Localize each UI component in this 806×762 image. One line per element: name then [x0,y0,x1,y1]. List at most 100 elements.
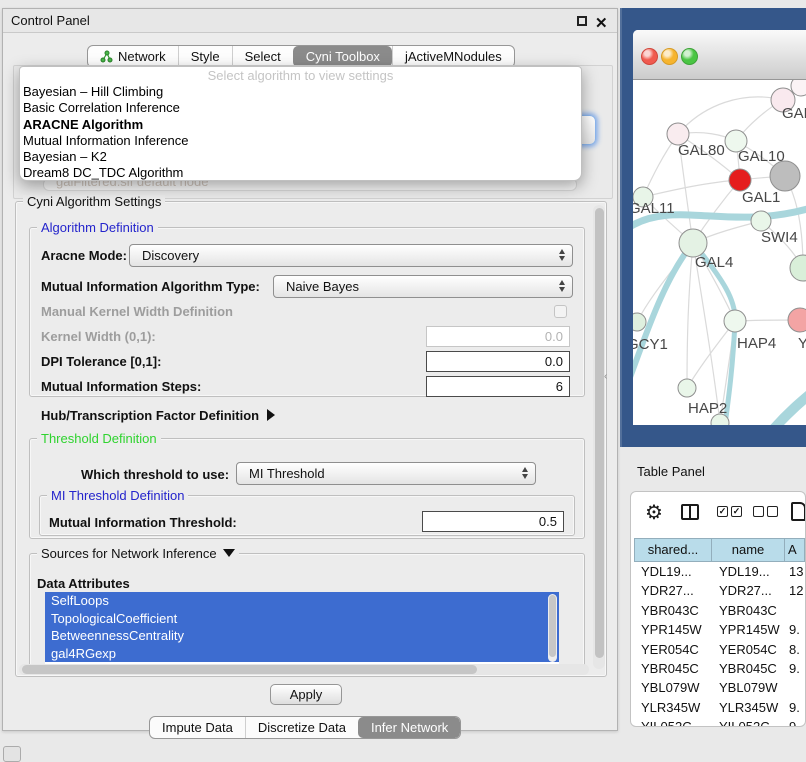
network-node-salmon[interactable] [788,308,806,332]
tab-discretize-data[interactable]: Discretize Data [245,717,358,738]
tab-infer-network[interactable]: Infer Network [358,717,460,738]
table-row[interactable]: YLR345W YLR345W 9. [634,698,805,717]
mi-algorithm-type-select[interactable]: Naive Bayes [273,275,573,298]
network-node-gcy1[interactable] [633,313,646,331]
attribute-list-scrollbar[interactable] [548,594,557,662]
tab-label: jActiveMNodules [405,49,502,64]
hub-definition-expander[interactable]: Hub/Transcription Factor Definition [41,408,275,423]
mi-steps-field[interactable]: 6 [426,376,570,397]
tab-label: Network [118,49,166,64]
algorithm-option[interactable]: ARACNE Algorithm [20,117,581,133]
column-header-partial[interactable]: A [785,538,805,562]
table-row[interactable]: YER054C YER054C 8. [634,640,805,659]
manual-kernel-width-checkbox[interactable] [554,305,567,318]
tab-style[interactable]: Style [178,46,232,67]
node-label: GAL10 [738,148,785,165]
close-traffic-light-icon[interactable] [641,48,658,65]
column-header-name[interactable]: name [712,538,785,562]
mi-steps-label: Mutual Information Steps: [41,379,201,394]
network-node-gray-hub[interactable] [770,161,800,191]
table-row[interactable]: YBR043C YBR043C [634,601,805,620]
dropdown-items: Bayesian – Hill ClimbingBasic Correlatio… [20,84,581,182]
close-icon[interactable]: ✕ [595,12,608,36]
data-attributes-list: SelfLoopsTopologicalCoefficientBetweenne… [45,592,559,665]
mi-algorithm-type-label: Mutual Information Algorithm Type: [41,279,260,294]
attribute-items: SelfLoopsTopologicalCoefficientBetweenne… [45,592,559,662]
tab-select[interactable]: Select [232,46,293,67]
dropdown-placeholder: Select algorithm to view settings [20,69,581,84]
table-panel: ⚙ ✓✓ shared... name A YDL19... YDL19... … [630,491,806,727]
attribute-list-item[interactable]: TopologicalCoefficient [45,610,559,628]
stepper-arrows-icon [559,249,565,261]
which-threshold-select[interactable]: MI Threshold [236,462,536,485]
mi-threshold-group-title: MI Threshold Definition [47,489,188,502]
tab-network[interactable]: Network [88,46,178,67]
zoom-traffic-light-icon[interactable] [681,48,698,65]
expand-right-icon [267,409,275,421]
stepper-arrows-icon [559,280,565,292]
attribute-list-item[interactable]: BetweennessCentrality [45,627,559,645]
manual-kernel-width-label: Manual Kernel Width Definition [41,304,233,319]
node-table: shared... name A YDL19... YDL19... 13 YD… [634,538,805,726]
algorithm-option[interactable]: Basic Correlation Inference [20,100,581,116]
column-header-shared-name[interactable]: shared... [634,538,712,562]
settings-group-title: Cyni Algorithm Settings [23,195,165,208]
table-row[interactable]: YBR045C YBR045C 9. [634,659,805,678]
node-label: GAL80 [678,142,725,159]
attribute-list-item[interactable]: SelfLoops [45,592,559,610]
node-label: SWI4 [761,229,798,246]
settings-horizontal-scrollbar[interactable] [19,664,589,675]
apply-button[interactable]: Apply [270,684,342,705]
node-label: GAL11 [633,200,675,217]
table-row[interactable]: YDR27... YDR27... 12 [634,581,805,600]
algorithm-option[interactable]: Dream8 DC_TDC Algorithm [20,165,581,181]
threshold-definition-title: Threshold Definition [37,432,161,445]
algorithm-option[interactable]: Bayesian – K2 [20,149,581,165]
table-row[interactable]: YDL19... YDL19... 13 [634,562,805,581]
table-row[interactable]: YIL052C YIL052C 9. [634,717,805,727]
table-toolbar: ⚙ ✓✓ [631,492,805,536]
dpi-tolerance-field[interactable]: 0.0 [426,351,570,372]
mi-threshold-field[interactable]: 0.5 [422,511,564,532]
network-node-gal4[interactable] [679,229,707,257]
minimize-traffic-light-icon[interactable] [661,48,678,65]
kernel-width-field[interactable]: 0.0 [426,326,570,347]
stepper-arrows-icon [522,467,528,479]
gear-icon[interactable]: ⚙ [645,500,663,525]
select-all-icon[interactable]: ✓✓ [717,506,742,517]
aracne-mode-select[interactable]: Discovery [129,244,573,267]
algorithm-option[interactable]: Bayesian – Hill Climbing [20,84,581,100]
table-row[interactable]: YPR145W YPR145W 9. [634,620,805,639]
algorithm-combobox-partial[interactable] [580,115,596,145]
network-node-right-green[interactable] [790,255,806,281]
table-row[interactable]: YBL079W YBL079W [634,678,805,697]
new-table-icon[interactable] [791,502,806,521]
node-label: GAL4 [695,254,733,271]
algorithm-option[interactable]: Mutual Information Inference [20,133,581,149]
tab-jactivemnodules[interactable]: jActiveMNodules [392,46,514,67]
corner-widget-icon[interactable] [3,746,21,762]
network-node-gal1[interactable] [729,169,751,191]
float-window-icon[interactable] [577,16,587,26]
deselect-all-icon[interactable] [753,506,778,517]
network-view-selected-frame: GALGAL80GAL10GAL1GAL11SWI4GAL4GCY1HAP4YH… [620,8,806,447]
split-columns-icon[interactable] [681,504,699,520]
network-window-titlebar[interactable] [633,30,806,80]
tab-impute-data[interactable]: Impute Data [150,717,245,738]
network-node-hap2[interactable] [678,379,696,397]
attribute-list-item[interactable]: gal4RGexp [45,645,559,663]
settings-vertical-scrollbar[interactable] [593,205,605,669]
network-view-window: GALGAL80GAL10GAL1GAL11SWI4GAL4GCY1HAP4YH… [633,30,806,425]
aracne-mode-label: Aracne Mode: [41,248,127,263]
node-label: GAL1 [742,189,780,206]
split-pane-divider-icon[interactable]: ‹ [604,371,607,382]
kernel-width-label: Kernel Width (0,1): [41,329,156,344]
control-panel-titlebar[interactable]: Control Panel ✕ [3,9,617,33]
bottom-tab-bar: Impute Data Discretize Data Infer Networ… [149,716,461,739]
sources-expander[interactable]: Sources for Network Inference [37,547,239,560]
network-node-swi4[interactable] [751,211,771,231]
table-rows: YDL19... YDL19... 13 YDR27... YDR27... 1… [634,562,805,727]
network-node-hap4[interactable] [724,310,746,332]
network-canvas[interactable]: GALGAL80GAL10GAL1GAL11SWI4GAL4GCY1HAP4YH… [633,80,806,425]
tab-cyni-toolbox[interactable]: Cyni Toolbox [293,46,392,67]
